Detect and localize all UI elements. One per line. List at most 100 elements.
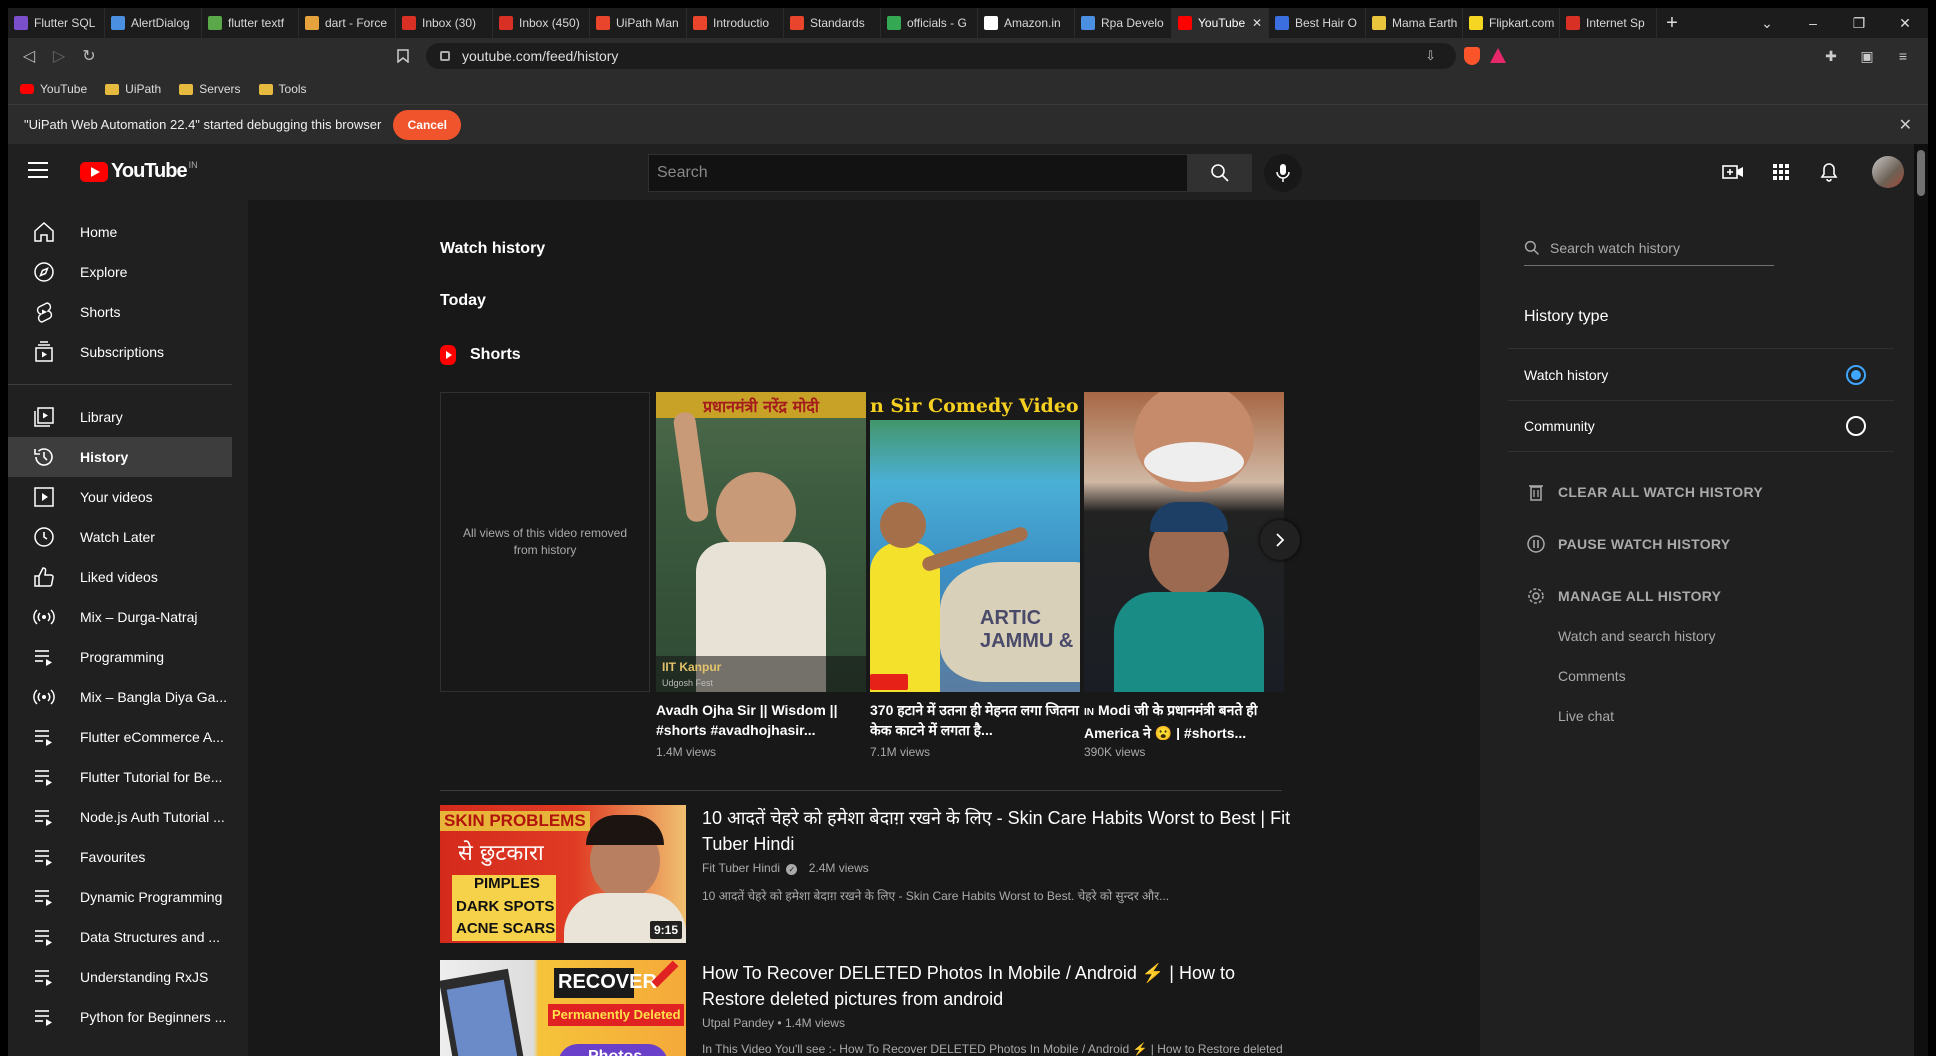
sidebar-item-your-videos[interactable]: Your videos [8, 477, 232, 517]
tab-close-icon[interactable]: ✕ [1252, 16, 1262, 30]
browser-tab[interactable]: Introductio [687, 8, 784, 38]
forward-icon[interactable]: ▷ [44, 41, 74, 71]
short-title[interactable]: IN Modi जी के प्रधानमंत्री बनते ही Americ… [1084, 700, 1284, 740]
browser-tab[interactable]: AlertDialog [105, 8, 202, 38]
browser-tab[interactable]: YouTube ✕ [1172, 8, 1269, 38]
short-thumbnail[interactable]: प्रधानमंत्री नरेंद्र मोदी IIT Kanpur Udg… [656, 392, 866, 692]
window-close-icon[interactable]: ✕ [1882, 8, 1928, 38]
youtube-logo[interactable]: YouTube IN [80, 160, 198, 183]
sidebar-item-library[interactable]: Library [8, 397, 232, 437]
sidebar-item-flutter-ecommerce-a[interactable]: Flutter eCommerce A... [8, 717, 232, 757]
short-title[interactable]: 370 हटाने में उतना ही मेहनत लगा जितना के… [870, 700, 1080, 740]
sidebar-item-data-structures-and[interactable]: Data Structures and ... [8, 917, 232, 957]
notifications-bell-icon[interactable] [1814, 154, 1844, 190]
search-watch-history-input[interactable]: Search watch history [1524, 230, 1774, 266]
sidebar-item-liked-videos[interactable]: Liked videos [8, 557, 232, 597]
menu-icon[interactable]: ≡ [1890, 43, 1916, 69]
wallet-icon[interactable]: ▣ [1854, 43, 1880, 69]
sidebar-item-explore[interactable]: Explore [8, 252, 232, 292]
tab-search-chevron-icon[interactable]: ⌄ [1744, 8, 1790, 38]
new-tab-button[interactable]: + [1657, 8, 1687, 38]
bookmark-item[interactable]: Servers [179, 82, 241, 96]
sidebar-item-mix-durga-natraj[interactable]: Mix – Durga-Natraj [8, 597, 232, 637]
browser-tab[interactable]: Best Hair O [1269, 8, 1366, 38]
bookmark-item[interactable]: UiPath [105, 82, 161, 96]
search-input[interactable]: Search [648, 154, 1188, 192]
video-row[interactable]: RECOVER Permanently Deleted Photos How T… [440, 960, 1300, 1056]
short-thumbnail[interactable]: n Sir Comedy Video ARTIC JAMMU & [870, 392, 1080, 692]
guide-menu-icon[interactable] [28, 162, 48, 183]
browser-tab[interactable]: Flutter SQL [8, 8, 105, 38]
page-scrollbar[interactable] [1914, 144, 1928, 1056]
bookmark-item[interactable]: Tools [258, 82, 307, 96]
shelf-next-button[interactable] [1260, 520, 1300, 560]
short-item-removed[interactable]: All views of this video removed from his… [440, 392, 650, 692]
channel-name[interactable]: Fit Tuber Hindi [702, 861, 780, 875]
restore-icon[interactable]: ❐ [1836, 8, 1882, 38]
sidebar-item-shorts[interactable]: Shorts [8, 292, 232, 332]
sidebar-item-favourites[interactable]: Favourites [8, 837, 232, 877]
sidebar-item-home[interactable]: Home [8, 212, 232, 252]
brave-shield-icon[interactable] [1464, 47, 1480, 65]
manage-link-comments[interactable]: Comments [1558, 668, 1626, 684]
sidebar-item-flutter-tutorial-for-be[interactable]: Flutter Tutorial for Be... [8, 757, 232, 797]
short-item[interactable]: IN Modi जी के प्रधानमंत्री बनते ही Americ… [1084, 392, 1284, 759]
sidebar-item-python-for-beginners[interactable]: Python for Beginners ... [8, 997, 232, 1037]
video-thumbnail[interactable]: RECOVER Permanently Deleted Photos [440, 960, 686, 1056]
brave-rewards-icon[interactable] [1490, 48, 1506, 63]
close-infobar-icon[interactable]: ✕ [1899, 115, 1912, 135]
create-video-icon[interactable] [1718, 154, 1748, 190]
browser-tab[interactable]: Rpa Develo [1075, 8, 1172, 38]
browser-tab[interactable]: UiPath Man [590, 8, 687, 38]
install-icon[interactable]: ⇩ [1425, 48, 1436, 64]
short-title[interactable]: Avadh Ojha Sir || Wisdom || #shorts #ava… [656, 700, 866, 740]
bookmark-item[interactable]: YouTube [20, 82, 87, 96]
voice-search-button[interactable] [1264, 154, 1302, 192]
browser-tab[interactable]: Inbox (30) [396, 8, 493, 38]
scrollbar-thumb[interactable] [1917, 150, 1925, 196]
sidebar-item-node-js-auth-tutorial[interactable]: Node.js Auth Tutorial ... [8, 797, 232, 837]
pause-watch-history-button[interactable]: PAUSE WATCH HISTORY [1524, 532, 1730, 556]
browser-tab[interactable]: Internet Sp [1560, 8, 1657, 38]
clear-all-watch-history-button[interactable]: CLEAR ALL WATCH HISTORY [1524, 480, 1763, 504]
radio-unselected-icon[interactable] [1846, 416, 1866, 436]
sidebar-item-watch-later[interactable]: Watch Later [8, 517, 232, 557]
manage-link-watch-search[interactable]: Watch and search history [1558, 628, 1715, 644]
reload-icon[interactable]: ↻ [74, 41, 104, 71]
search-button[interactable] [1188, 154, 1252, 192]
url-bar[interactable]: youtube.com/feed/history ⇩ [426, 43, 1456, 69]
history-type-watch[interactable]: Watch history [1508, 348, 1894, 400]
back-icon[interactable]: ◁ [14, 41, 44, 71]
sidebar-item-understanding-rxjs[interactable]: Understanding RxJS [8, 957, 232, 997]
browser-tab[interactable]: Inbox (450) [493, 8, 590, 38]
browser-tab[interactable]: dart - Force [299, 8, 396, 38]
browser-tab[interactable]: Mama Earth [1366, 8, 1463, 38]
manage-all-history-button[interactable]: MANAGE ALL HISTORY [1524, 584, 1721, 608]
bookmark-icon[interactable] [388, 41, 418, 71]
video-row[interactable]: SKIN PROBLEMS से छुटकारा PIMPLES DARK SP… [440, 805, 1300, 943]
sidebar-item-history[interactable]: History [8, 437, 232, 477]
history-type-community[interactable]: Community [1508, 400, 1894, 452]
browser-tab[interactable]: flutter textf [202, 8, 299, 38]
avatar[interactable] [1872, 156, 1904, 188]
browser-tab[interactable]: Standards [784, 8, 881, 38]
short-item[interactable]: n Sir Comedy Video ARTIC JAMMU & 370 हटा… [870, 392, 1080, 759]
minimize-icon[interactable]: – [1790, 8, 1836, 38]
browser-tab[interactable]: Flipkart.com [1463, 8, 1560, 38]
sidebar-item-programming[interactable]: Programming [8, 637, 232, 677]
video-title[interactable]: How To Recover DELETED Photos In Mobile … [702, 960, 1292, 1012]
video-title[interactable]: 10 आदतें चेहरे को हमेशा बेदाग़ रखने के ल… [702, 805, 1292, 857]
short-thumbnail[interactable] [1084, 392, 1284, 692]
video-thumbnail[interactable]: SKIN PROBLEMS से छुटकारा PIMPLES DARK SP… [440, 805, 686, 943]
browser-tab[interactable]: officials - G [881, 8, 978, 38]
extensions-icon[interactable]: ✚ [1818, 43, 1844, 69]
radio-selected-icon[interactable] [1846, 364, 1866, 385]
cancel-debug-button[interactable]: Cancel [393, 109, 462, 140]
short-item[interactable]: प्रधानमंत्री नरेंद्र मोदी IIT Kanpur Udg… [656, 392, 866, 759]
sidebar-item-mix-bangla-diya-ga[interactable]: Mix – Bangla Diya Ga... [8, 677, 232, 717]
apps-grid-icon[interactable] [1766, 154, 1796, 190]
sidebar-item-dynamic-programming[interactable]: Dynamic Programming [8, 877, 232, 917]
channel-name[interactable]: Utpal Pandey [702, 1016, 774, 1030]
sidebar-item-subscriptions[interactable]: Subscriptions [8, 332, 232, 372]
browser-tab[interactable]: Amazon.in [978, 8, 1075, 38]
